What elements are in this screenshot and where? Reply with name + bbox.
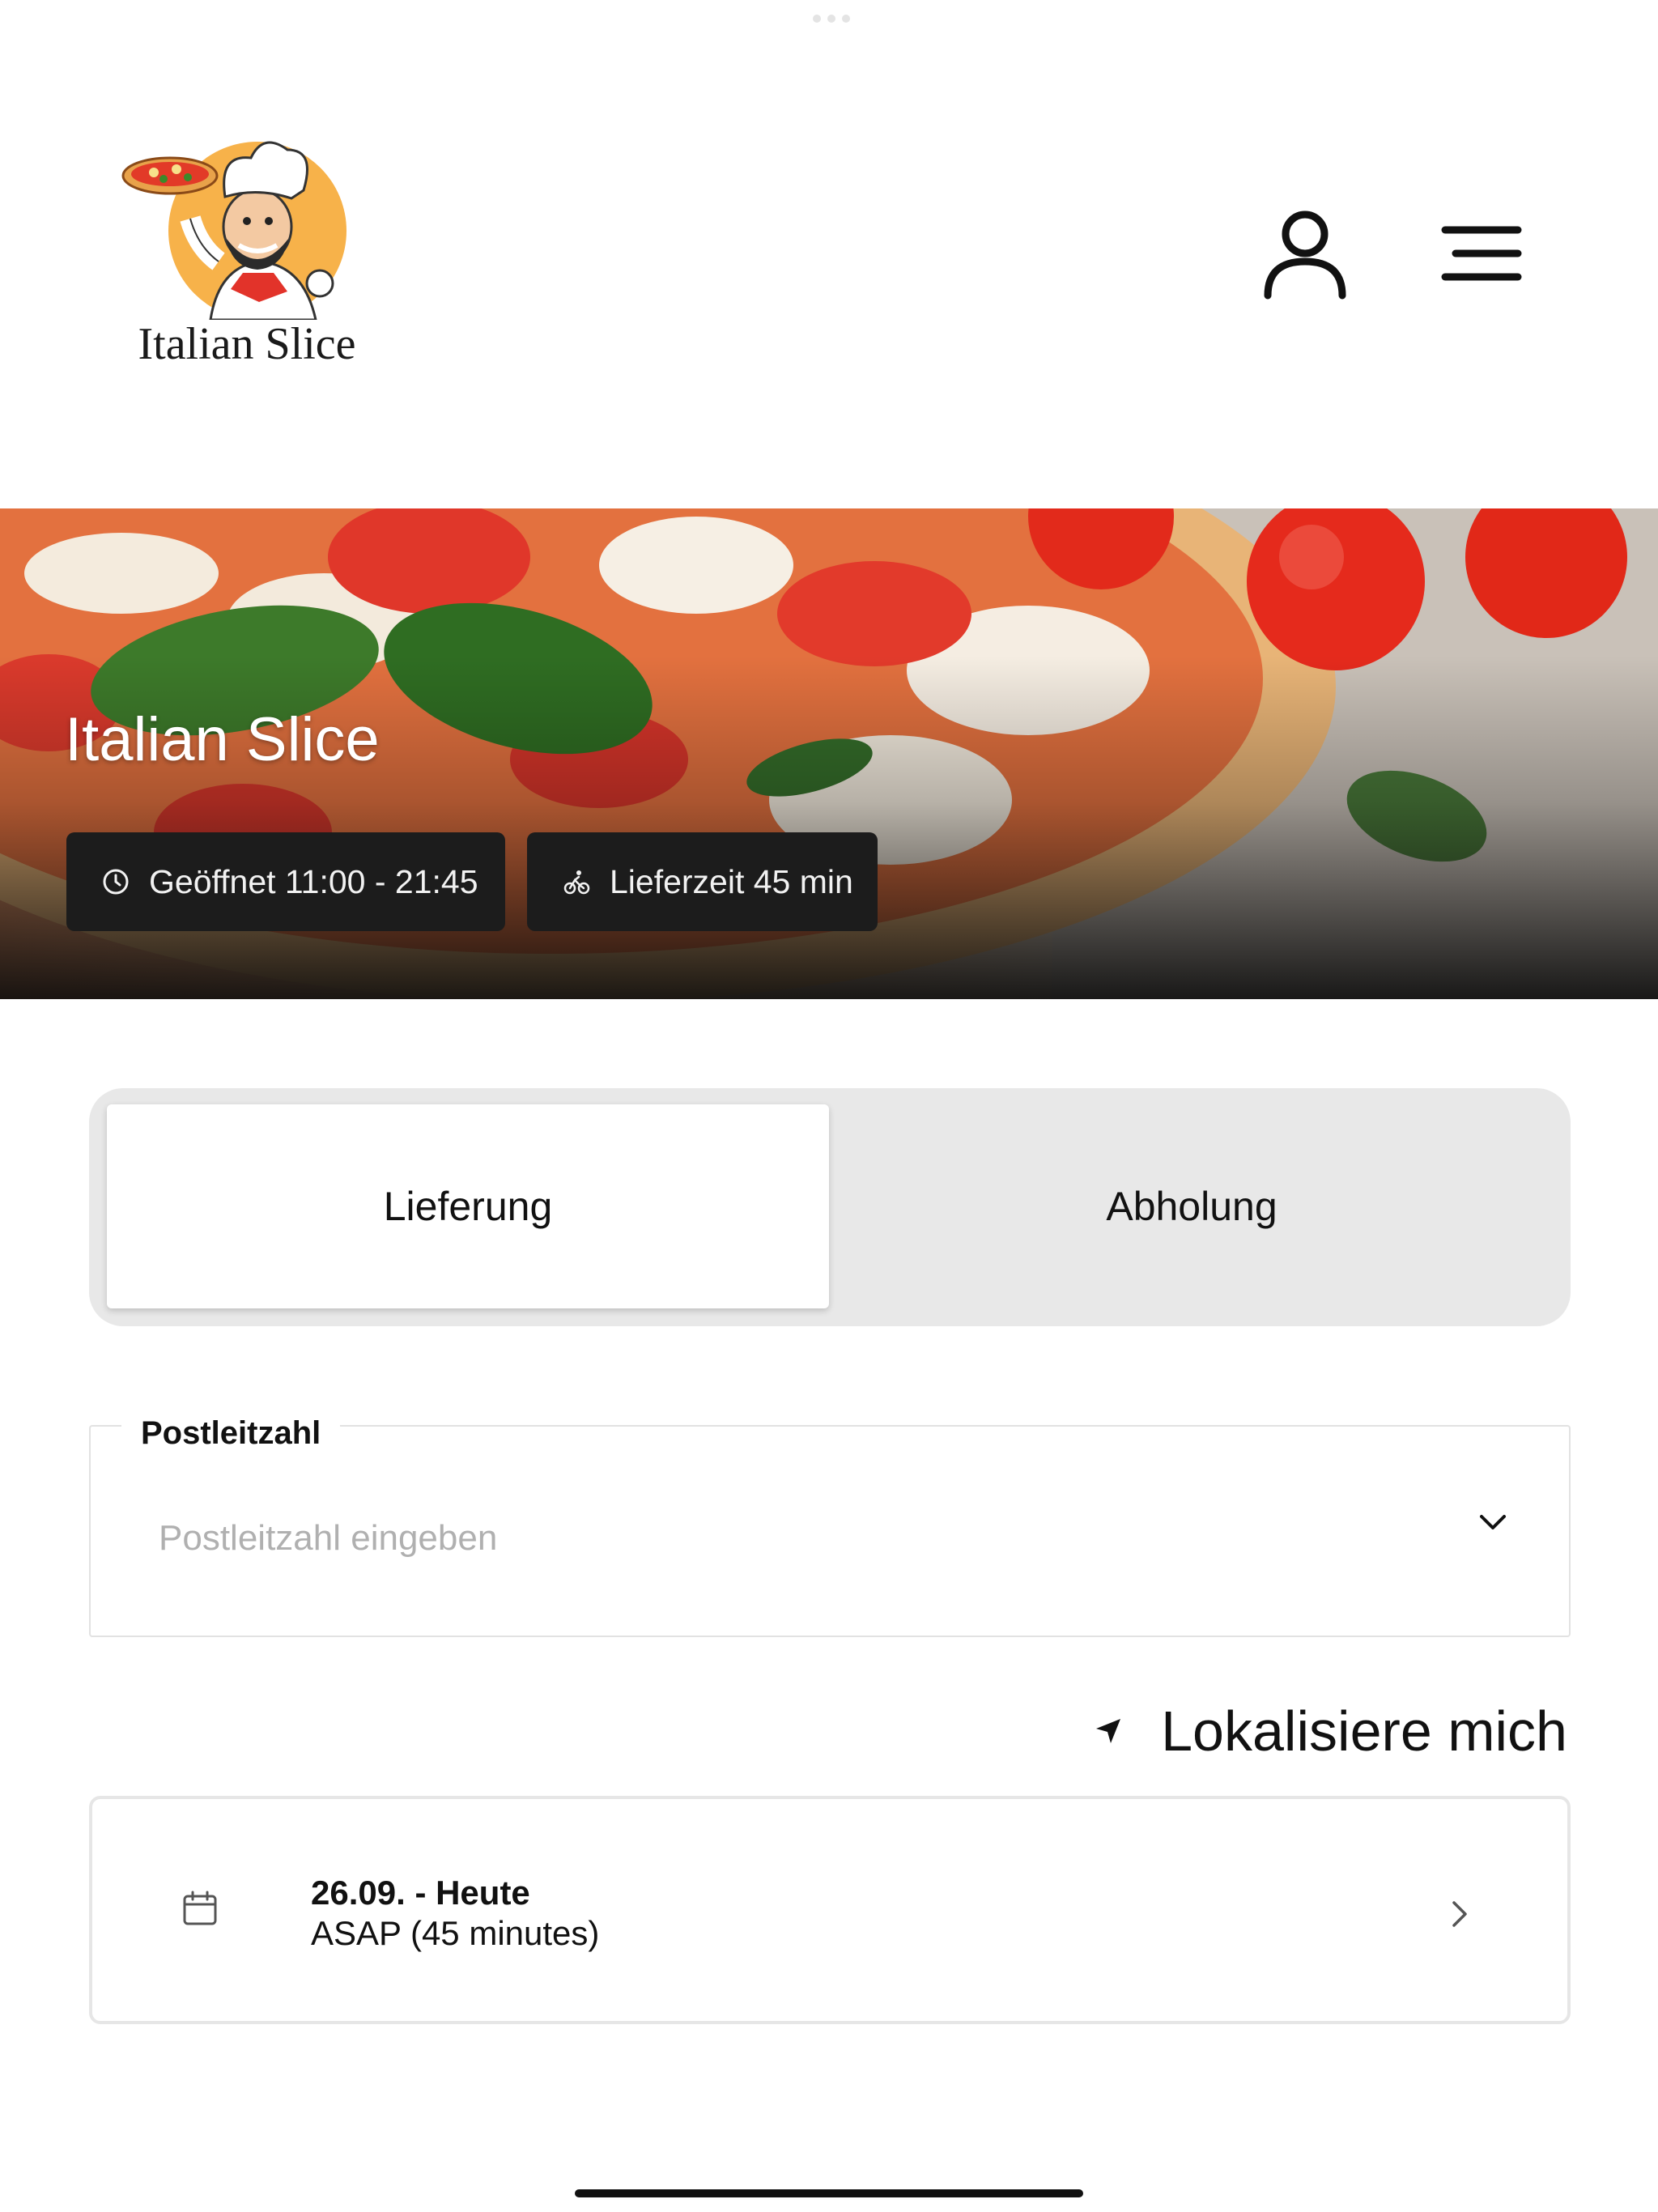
calendar-icon xyxy=(183,1891,217,1925)
chevron-down-icon[interactable] xyxy=(1477,1506,1509,1538)
hero-title: Italian Slice xyxy=(65,705,380,774)
logo-text: Italian Slice xyxy=(138,319,356,369)
localize-me-button[interactable]: Lokalisiere mich xyxy=(1095,1699,1567,1763)
home-indicator[interactable] xyxy=(575,2189,1083,2197)
hamburger-menu-icon[interactable] xyxy=(1441,225,1522,282)
order-type-toggle: Lieferung Abholung xyxy=(89,1088,1571,1326)
postal-code-input[interactable] xyxy=(159,1506,1373,1571)
chef-logo-icon xyxy=(121,141,346,321)
restaurant-logo[interactable]: Italian Slice xyxy=(121,117,372,385)
pickup-option[interactable]: Abholung xyxy=(831,1104,1553,1308)
postal-code-label: Postleitzahl xyxy=(121,1415,341,1452)
delivery-time-text: Lieferzeit 45 min xyxy=(610,862,853,900)
opening-hours-text: Geöffnet 11:00 - 21:45 xyxy=(149,862,478,900)
opening-hours-badge: Geöffnet 11:00 - 21:45 xyxy=(66,832,505,931)
delivery-option[interactable]: Lieferung xyxy=(107,1104,829,1308)
localize-me-label: Lokalisiere mich xyxy=(1161,1699,1567,1763)
selected-time: ASAP (45 minutes) xyxy=(311,1914,600,1952)
page: Italian Slice Italian Slice Geöffnet 11:… xyxy=(0,0,1658,2212)
delivery-time-selector[interactable]: 26.09. - Heute ASAP (45 minutes) xyxy=(89,1796,1571,2024)
delivery-time-badge: Lieferzeit 45 min xyxy=(527,832,878,931)
user-icon[interactable] xyxy=(1263,206,1347,300)
multitasking-dots[interactable] xyxy=(813,15,850,23)
location-arrow-icon xyxy=(1096,1719,1121,1743)
selected-date: 26.09. - Heute xyxy=(311,1874,530,1912)
bicycle-icon xyxy=(563,870,590,895)
chevron-right-icon xyxy=(1452,1901,1467,1927)
clock-icon xyxy=(103,869,129,895)
